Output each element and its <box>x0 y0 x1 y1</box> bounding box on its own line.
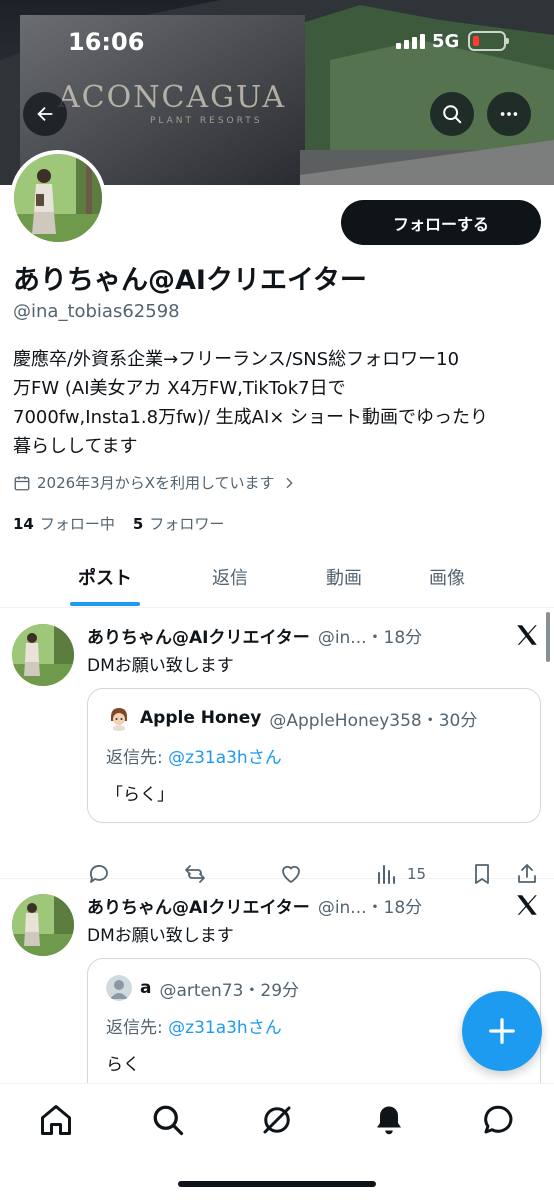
post-header: ありちゃん@AIクリエイター @in...・18分 <box>87 623 422 648</box>
post-meta: @in...・18分 <box>317 628 423 648</box>
quoted-text: 「らく」 <box>106 785 174 805</box>
scrollbar[interactable] <box>546 612 550 662</box>
post-author-name[interactable]: ありちゃん@AIクリエイター <box>87 623 310 648</box>
profile-tabs: ポスト 返信 動画 画像 <box>0 550 554 608</box>
follow-button[interactable]: フォローする <box>341 200 541 245</box>
reply-context: 返信先: @z31a3hさん <box>106 743 522 768</box>
status-time: 16:06 <box>68 28 145 56</box>
back-arrow-icon <box>37 106 53 122</box>
search-button[interactable] <box>430 92 474 136</box>
bio-line: 万FW (AI美女アカ X4万FW,TikTok7日で <box>13 378 346 399</box>
quoted-post-header: a @arten73・29分 <box>106 975 522 1001</box>
search-icon <box>443 105 462 124</box>
more-button[interactable] <box>487 92 531 136</box>
grok-icon <box>263 1106 291 1134</box>
following-count: 14 <box>13 515 34 533</box>
quoted-meta: @arten73・29分 <box>159 980 300 1001</box>
followers-count: 5 <box>132 515 144 533</box>
tab-images[interactable]: 画像 <box>387 564 507 590</box>
reply-prefix: 返信先: <box>106 748 169 768</box>
avatar-photo <box>12 894 74 956</box>
compose-button[interactable] <box>462 991 542 1071</box>
nav-grok[interactable] <box>259 1102 295 1138</box>
quoted-post[interactable]: Apple Honey @AppleHoney358・30分 返信先: @z31… <box>87 688 541 823</box>
post-item[interactable]: ありちゃん@AIクリエイター @in...・18分 DMお願い致します a @a… <box>0 879 554 1098</box>
quoted-meta: @AppleHoney358・30分 <box>269 710 478 731</box>
quoted-author-name: Apple Honey <box>140 708 262 728</box>
quoted-author-name: a <box>140 978 152 998</box>
followers-link[interactable]: 5 フォロワー <box>133 513 224 534</box>
banner-sign-text: ACONCAGUA <box>58 80 287 115</box>
profile-name: ありちゃん@AIクリエイター <box>13 265 367 296</box>
nav-notifications[interactable] <box>371 1102 407 1138</box>
status-bar: 16:06 5G <box>0 0 554 80</box>
tab-posts[interactable]: ポスト <box>45 564 165 590</box>
reply-context: 返信先: @z31a3hさん <box>106 1013 522 1038</box>
reply-prefix: 返信先: <box>106 1018 169 1038</box>
nav-home[interactable] <box>38 1102 74 1138</box>
quoted-post-header: Apple Honey @AppleHoney358・30分 <box>106 705 522 731</box>
followers-label: フォロワー <box>149 515 225 533</box>
more-icon <box>500 112 518 116</box>
bio-line: 7000fw,Insta1.8万fw)/ 生成AI× ショート動画でゆったり <box>13 407 489 428</box>
post-text: DMお願い致します <box>87 926 234 946</box>
post-author-avatar[interactable] <box>12 894 74 956</box>
x-logo-icon <box>517 625 537 645</box>
home-indicator <box>178 1181 376 1187</box>
banner-sign-subtext: PLANT RESORTS <box>150 116 263 126</box>
signal-strength-icon <box>396 33 425 49</box>
avatar-photo <box>12 624 74 686</box>
follow-stats: 14 フォロー中 5 フォロワー <box>13 513 224 534</box>
chevron-right-icon <box>286 477 293 488</box>
joined-date[interactable]: 2026年3月からXを利用しています <box>13 472 297 493</box>
nav-messages[interactable] <box>480 1102 516 1138</box>
post-author-avatar[interactable] <box>12 624 74 686</box>
avatar-photo <box>14 154 102 242</box>
notifications-icon <box>377 1106 401 1135</box>
compose-icon <box>489 1018 515 1044</box>
reply-to-link[interactable]: @z31a3hさん <box>168 1018 282 1038</box>
tab-videos[interactable]: 動画 <box>284 564 404 590</box>
profile-handle: @ina_tobias62598 <box>13 301 180 322</box>
tab-replies[interactable]: 返信 <box>170 564 290 590</box>
messages-icon <box>484 1105 513 1134</box>
home-icon <box>41 1105 71 1135</box>
nav-search[interactable] <box>150 1102 186 1138</box>
joined-text: 2026年3月からXを利用しています <box>37 474 275 492</box>
battery-icon <box>468 31 509 51</box>
quoted-text: らく <box>106 1055 140 1075</box>
calendar-icon <box>14 475 30 490</box>
reply-to-link[interactable]: @z31a3hさん <box>168 748 282 768</box>
following-label: フォロー中 <box>39 515 115 533</box>
following-link[interactable]: 14 フォロー中 <box>13 513 115 534</box>
active-tab-indicator <box>70 602 140 606</box>
search-icon <box>153 1105 184 1136</box>
post-author-name[interactable]: ありちゃん@AIクリエイター <box>87 893 310 918</box>
network-type: 5G <box>432 31 460 52</box>
bio-line: 慶應卒/外資系企業→フリーランス/SNS総フォロワー10 <box>13 349 460 370</box>
bio-line: 暮らししてます <box>13 436 138 457</box>
post-header: ありちゃん@AIクリエイター @in...・18分 <box>87 893 422 918</box>
back-button[interactable] <box>23 92 67 136</box>
post-item[interactable]: ありちゃん@AIクリエイター @in...・18分 DMお願い致します Appl… <box>0 609 554 884</box>
quoted-author-avatar <box>106 975 132 1001</box>
profile-bio: 慶應卒/外資系企業→フリーランス/SNS総フォロワー10 万FW (AI美女アカ… <box>13 345 543 461</box>
x-logo-icon <box>517 895 537 915</box>
post-text: DMお願い致します <box>87 656 234 676</box>
quoted-author-avatar <box>106 705 132 731</box>
profile-avatar[interactable] <box>10 150 106 246</box>
post-meta: @in...・18分 <box>317 898 423 918</box>
